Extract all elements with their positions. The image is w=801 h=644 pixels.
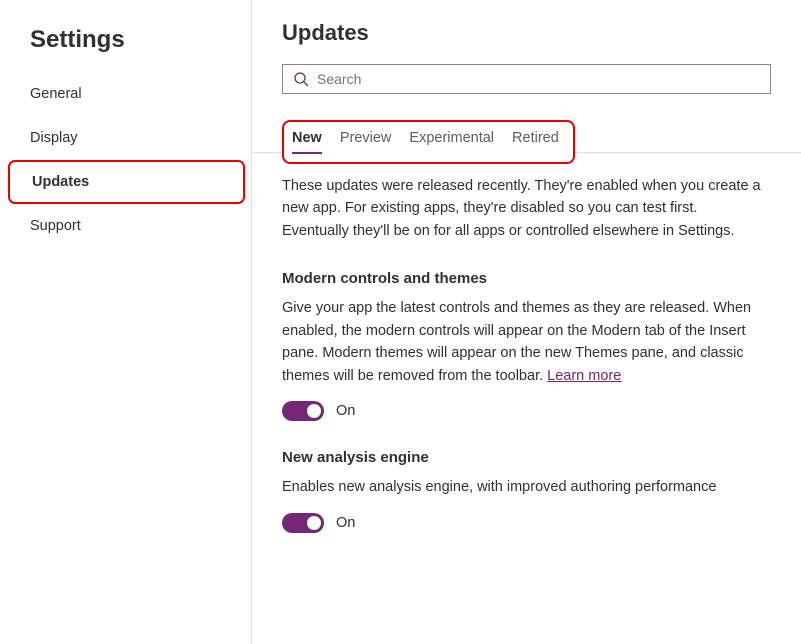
toggle-analysis-engine[interactable]: [282, 513, 324, 533]
learn-more-link[interactable]: Learn more: [547, 368, 621, 384]
toggle-modern-label: On: [336, 403, 355, 419]
search-input[interactable]: [317, 71, 760, 87]
search-icon: [293, 71, 309, 87]
tab-experimental[interactable]: Experimental: [409, 130, 494, 152]
intro-text: These updates were released recently. Th…: [282, 175, 762, 242]
section-modern-body: Give your app the latest controls and th…: [282, 297, 762, 387]
sidebar-item-updates[interactable]: Updates: [8, 160, 245, 204]
section-modern-title: Modern controls and themes: [282, 270, 771, 287]
tabs: New Preview Experimental Retired: [292, 130, 559, 152]
tabs-highlight: New Preview Experimental Retired: [282, 120, 575, 164]
toggle-analysis-label: On: [336, 515, 355, 531]
sidebar-title: Settings: [0, 20, 251, 72]
section-modern-text: Give your app the latest controls and th…: [282, 300, 751, 383]
sidebar: Settings General Display Updates Support: [0, 0, 252, 644]
tab-new[interactable]: New: [292, 130, 322, 152]
search-box[interactable]: [282, 64, 771, 94]
page-title: Updates: [282, 20, 771, 46]
toggle-row-modern: On: [282, 401, 771, 421]
sidebar-item-general[interactable]: General: [0, 72, 251, 116]
toggle-row-analysis: On: [282, 513, 771, 533]
tab-preview[interactable]: Preview: [340, 130, 392, 152]
sidebar-item-support[interactable]: Support: [0, 204, 251, 248]
section-analysis-body: Enables new analysis engine, with improv…: [282, 476, 762, 498]
main-content: Updates New Preview Experimental Retired…: [252, 0, 801, 644]
tab-retired[interactable]: Retired: [512, 130, 559, 152]
section-analysis-title: New analysis engine: [282, 449, 771, 466]
toggle-modern-controls[interactable]: [282, 401, 324, 421]
sidebar-item-display[interactable]: Display: [0, 116, 251, 160]
